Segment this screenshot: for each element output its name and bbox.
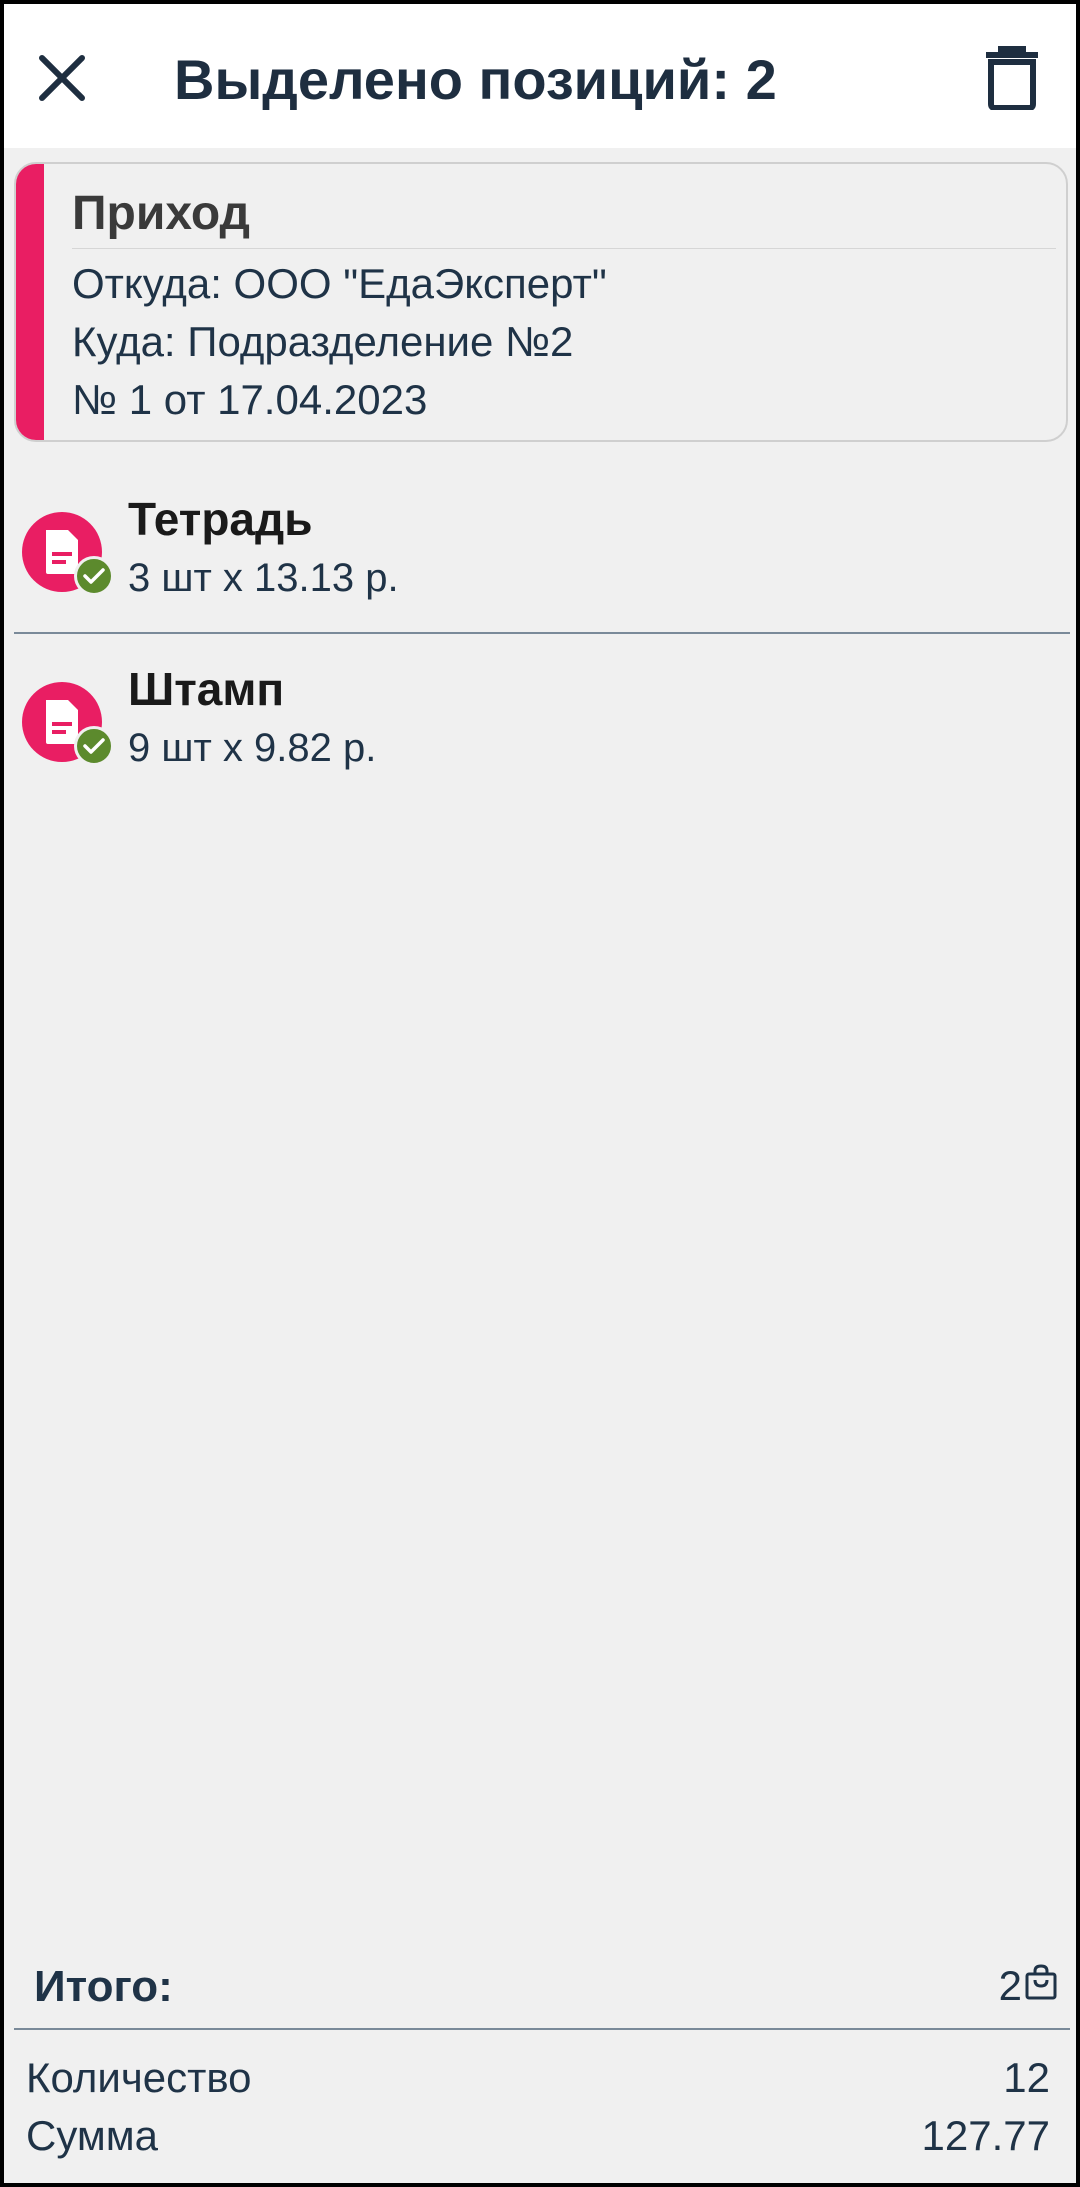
document-type: Приход <box>72 187 250 240</box>
item-quantity: 3 шт х 13.13 р. <box>128 556 399 600</box>
document-icon <box>22 682 114 766</box>
trash-icon[interactable] <box>984 44 1040 111</box>
document-number: № 1 от 17.04.2023 <box>72 376 428 423</box>
quantity-label: Количество <box>26 2054 252 2101</box>
divider <box>14 632 1070 634</box>
document-icon <box>22 512 114 596</box>
list-item[interactable]: Тетрадь 3 шт х 13.13 р. <box>4 474 1076 642</box>
item-name: Штамп <box>128 663 285 715</box>
document-card[interactable]: Приход Откуда: ООО "ЕдаЭксперт" Куда: По… <box>14 162 1068 442</box>
sum-value: 127.77 <box>921 2112 1050 2159</box>
list-item[interactable]: Штамп 9 шт х 9.82 р. <box>4 644 1076 812</box>
document-accent-bar <box>16 164 44 440</box>
bag-icon <box>1024 1962 1058 2010</box>
quantity-value: 12 <box>1003 2054 1050 2101</box>
item-quantity: 9 шт х 9.82 р. <box>128 726 377 770</box>
page-title: Выделено позиций: 2 <box>174 48 777 111</box>
totals-title: Итого: <box>34 1962 173 2011</box>
close-icon[interactable] <box>34 50 90 106</box>
item-name: Тетрадь <box>128 493 313 545</box>
screen: Выделено позиций: 2 Приход Откуда: ООО "… <box>4 4 1076 2183</box>
sum-label: Сумма <box>26 2112 158 2159</box>
check-icon <box>74 556 114 596</box>
document-from: Откуда: ООО "ЕдаЭксперт" <box>72 260 607 307</box>
totals-count-value: 2 <box>998 1962 1022 2009</box>
check-icon <box>74 726 114 766</box>
totals-count: 2 <box>999 1962 1058 2010</box>
divider <box>72 248 1056 249</box>
document-to: Куда: Подразделение №2 <box>72 318 574 365</box>
divider <box>14 2028 1070 2030</box>
app-bar: Выделено позиций: 2 <box>4 4 1076 148</box>
